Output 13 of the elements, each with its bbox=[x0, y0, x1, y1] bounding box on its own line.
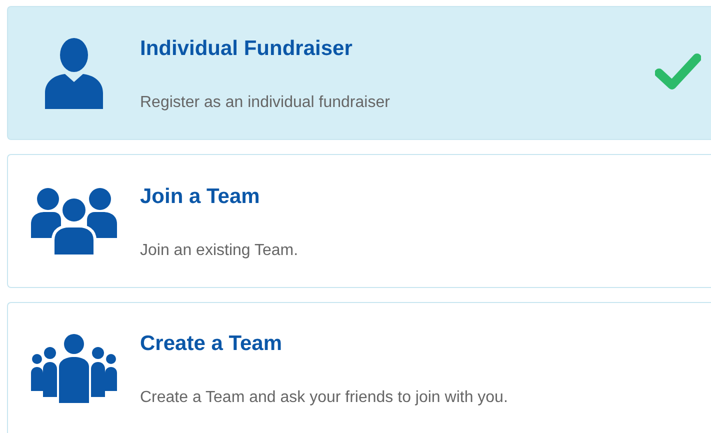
option-title: Join a Team bbox=[140, 184, 261, 210]
option-title: Individual Fundraiser bbox=[140, 36, 354, 62]
option-description: Join an existing Team. bbox=[140, 240, 298, 261]
option-description: Register as an individual fundraiser bbox=[140, 92, 390, 113]
option-card[interactable]: Individual Fundraiser Register as an individual fundraiser bbox=[7, 6, 711, 140]
option-card[interactable]: Join a Team Join an existing Team. bbox=[7, 154, 711, 288]
crowd-icon bbox=[31, 333, 117, 403]
option-description: Create a Team and ask your friends to join with you. bbox=[140, 388, 508, 408]
option-card[interactable]: Create a Team Create a Team and ask your friends to join with you. bbox=[7, 302, 711, 433]
group-icon bbox=[31, 186, 117, 256]
checkmark-icon bbox=[655, 53, 701, 91]
person-icon bbox=[45, 37, 103, 109]
option-title: Create a Team bbox=[140, 331, 284, 358]
